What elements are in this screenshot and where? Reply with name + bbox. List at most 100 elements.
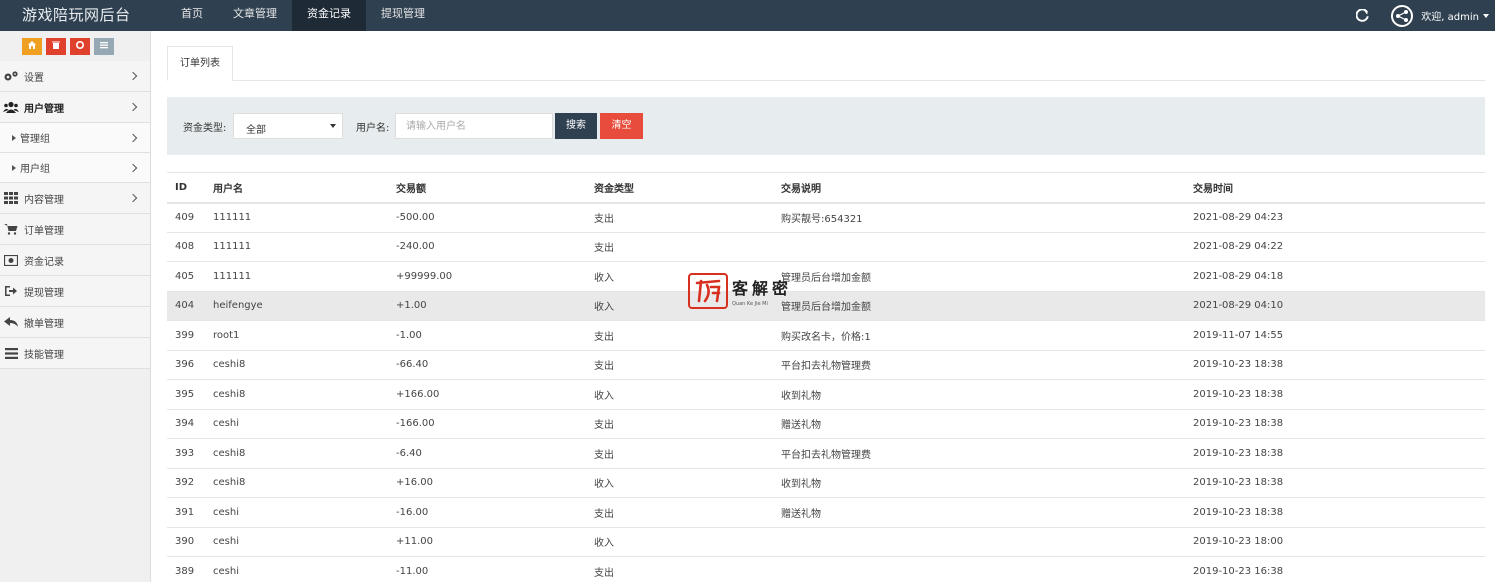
chevron-right-icon <box>128 193 138 203</box>
username-input[interactable] <box>395 113 553 139</box>
cell-description: 收到礼物 <box>773 468 1185 498</box>
sidebar-item-label: 设置 <box>24 72 44 84</box>
cell-id: 390 <box>167 527 205 557</box>
nav-fund-records[interactable]: 资金记录 <box>292 0 366 31</box>
grid-icon <box>3 191 19 205</box>
cell-username: ceshi <box>205 409 388 439</box>
list-icon <box>99 40 109 53</box>
caret-right-icon <box>12 134 16 141</box>
cell-time: 2019-10-23 18:38 <box>1185 409 1485 439</box>
cell-time: 2021-08-29 04:18 <box>1185 261 1485 292</box>
recycle-button[interactable] <box>70 38 90 55</box>
trash-button[interactable] <box>46 38 66 55</box>
tab-bar: 订单列表 <box>167 46 1485 81</box>
sidebar-item-label: 管理组 <box>20 134 50 145</box>
nav-articles[interactable]: 文章管理 <box>218 0 292 31</box>
username-label: 用户名: <box>356 123 390 134</box>
sidebar-item-user-management[interactable]: 用户管理 <box>0 92 150 123</box>
sidebar-item-fund-records[interactable]: 资金记录 <box>0 245 150 276</box>
cell-username: ceshi <box>205 527 388 557</box>
sidebar: 设置 用户管理 管理组 用户组 内容管理 订单管理 资金记录 提现管理 撤单管理 <box>0 31 151 582</box>
search-button[interactable]: 搜索 <box>555 113 597 139</box>
sidebar-item-settings[interactable]: 设置 <box>0 61 150 92</box>
sidebar-item-cancel-orders[interactable]: 撤单管理 <box>0 307 150 338</box>
refresh-icon[interactable] <box>1355 9 1369 23</box>
cell-fund-type: 收入 <box>586 379 773 410</box>
cell-time: 2021-08-29 04:23 <box>1185 202 1485 233</box>
table-row[interactable]: 399 root1 -1.00 支出 购买改名卡，价格:1 2019-11-07 14:5… <box>167 320 1485 351</box>
cell-username: ceshi8 <box>205 468 388 498</box>
cell-id: 389 <box>167 556 205 582</box>
table-row[interactable]: 391 ceshi -16.00 支出 赠送礼物 2019-10-23 18:38 <box>167 497 1485 528</box>
cell-time: 2019-10-23 18:38 <box>1185 438 1485 469</box>
chevron-right-icon <box>128 163 138 172</box>
cell-amount: -1.00 <box>388 320 586 351</box>
records-table: ID 用户名 交易额 资金类型 交易说明 交易时间 409 111111 -500.… <box>167 172 1485 582</box>
table-row[interactable]: 395 ceshi8 +166.00 收入 收到礼物 2019-10-23 18:38 <box>167 379 1485 410</box>
nav-home[interactable]: 首页 <box>166 0 218 31</box>
sidebar-item-orders[interactable]: 订单管理 <box>0 214 150 245</box>
nav-withdrawals[interactable]: 提现管理 <box>366 0 440 31</box>
table-row[interactable]: 390 ceshi +11.00 收入 2019-10-23 18:00 <box>167 527 1485 557</box>
cell-description: 管理员后台增加金额 <box>773 291 1185 321</box>
table-row[interactable]: 389 ceshi -11.00 支出 2019-10-23 16:38 <box>167 556 1485 582</box>
tab-order-list[interactable]: 订单列表 <box>167 46 233 81</box>
cell-username: ceshi <box>205 497 388 528</box>
cell-description: 收到礼物 <box>773 379 1185 410</box>
column-header-username: 用户名 <box>205 172 388 204</box>
cell-fund-type: 支出 <box>586 438 773 469</box>
table-row[interactable]: 394 ceshi -166.00 支出 赠送礼物 2019-10-23 18:38 <box>167 409 1485 439</box>
top-nav: 首页 文章管理 资金记录 提现管理 <box>166 0 440 31</box>
cell-description <box>773 527 1185 557</box>
chevron-right-icon <box>128 71 138 81</box>
sidebar-item-skills[interactable]: 技能管理 <box>0 338 150 369</box>
cell-amount: -66.40 <box>388 350 586 380</box>
cell-id: 392 <box>167 468 205 498</box>
cell-amount: +16.00 <box>388 468 586 498</box>
cell-username: 111111 <box>205 261 388 292</box>
chevron-down-icon[interactable] <box>1483 13 1489 18</box>
table-row[interactable]: 393 ceshi8 -6.40 支出 平台扣去礼物管理费 2019-10-23 18:3… <box>167 438 1485 469</box>
table-row[interactable]: 408 111111 -240.00 支出 2021-08-29 04:22 <box>167 232 1485 262</box>
cell-time: 2019-10-23 18:38 <box>1185 468 1485 498</box>
sidebar-item-label: 撤单管理 <box>24 318 64 330</box>
cell-username: ceshi8 <box>205 350 388 380</box>
cell-fund-type: 支出 <box>586 202 773 233</box>
cell-fund-type: 收入 <box>586 468 773 498</box>
cell-fund-type: 收入 <box>586 291 773 321</box>
table-row[interactable]: 392 ceshi8 +16.00 收入 收到礼物 2019-10-23 18:38 <box>167 468 1485 498</box>
column-header-fund-type: 资金类型 <box>586 172 773 204</box>
chevron-down-icon <box>330 124 336 128</box>
user-area: 欢迎, admin <box>1355 0 1495 31</box>
cell-description: 管理员后台增加金额 <box>773 261 1185 292</box>
app-title[interactable]: 游戏陪玩网后台 <box>22 4 131 25</box>
column-header-id: ID <box>167 172 205 204</box>
column-header-description: 交易说明 <box>773 172 1185 204</box>
table-row[interactable]: 396 ceshi8 -66.40 支出 平台扣去礼物管理费 2019-10-23 18:… <box>167 350 1485 380</box>
cell-time: 2019-10-23 18:38 <box>1185 379 1485 410</box>
table-row[interactable]: 409 111111 -500.00 支出 购买靓号:654321 2021-08-29 … <box>167 202 1485 233</box>
sidebar-item-user-group[interactable]: 用户组 <box>0 153 150 183</box>
trash-icon <box>51 40 61 53</box>
fund-type-label: 资金类型: <box>183 123 227 134</box>
cell-amount: -11.00 <box>388 556 586 582</box>
sidebar-item-admin-group[interactable]: 管理组 <box>0 123 150 153</box>
sidebar-item-content-management[interactable]: 内容管理 <box>0 183 150 214</box>
chevron-right-icon <box>128 133 138 142</box>
money-icon <box>3 253 19 267</box>
cell-description: 购买靓号:654321 <box>773 202 1185 233</box>
cell-id: 394 <box>167 409 205 439</box>
cell-fund-type: 支出 <box>586 556 773 582</box>
clear-button[interactable]: 清空 <box>600 113 643 139</box>
list-button[interactable] <box>94 38 114 55</box>
cell-id: 404 <box>167 291 205 321</box>
cell-fund-type: 支出 <box>586 320 773 351</box>
fund-type-select[interactable]: 全部 <box>233 113 343 139</box>
sidebar-item-withdrawals[interactable]: 提现管理 <box>0 276 150 307</box>
home-button[interactable] <box>22 38 42 55</box>
share-icon[interactable] <box>1391 4 1414 27</box>
table-row[interactable]: 404 heifengye +1.00 收入 管理员后台增加金额 2021-08-29 0… <box>167 291 1485 321</box>
table-header-row: ID 用户名 交易额 资金类型 交易说明 交易时间 <box>167 172 1485 204</box>
table-row[interactable]: 405 111111 +99999.00 收入 管理员后台增加金额 2021-08-29 … <box>167 261 1485 292</box>
welcome-user-menu[interactable]: 欢迎, admin <box>1421 8 1479 23</box>
